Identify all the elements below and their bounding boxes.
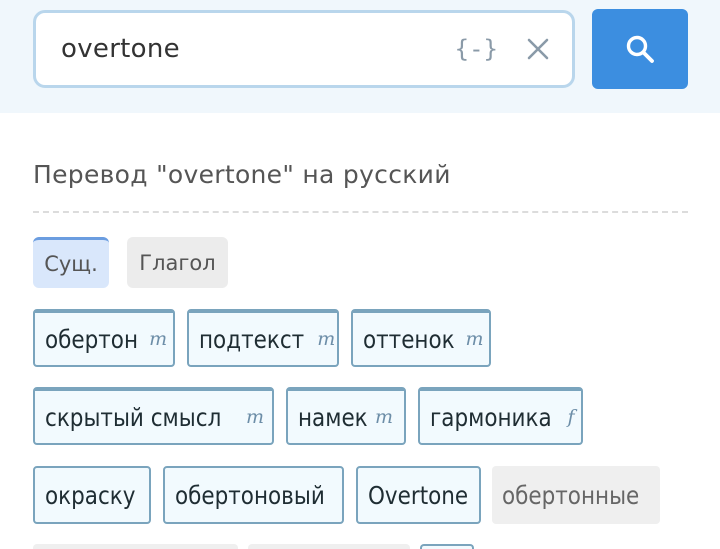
translation-chip[interactable]: обертоновый: [163, 466, 344, 524]
translation-chip[interactable]: окраску: [33, 466, 151, 524]
divider: [33, 211, 688, 213]
gender-label: f: [567, 406, 575, 428]
translation-chip[interactable]: обертон m: [33, 309, 175, 367]
gender-label: m: [465, 328, 484, 350]
translation-word: окраску: [45, 480, 136, 510]
search-input[interactable]: overtone {-}: [33, 10, 575, 88]
close-icon[interactable]: [526, 37, 550, 61]
translation-word: подтекст: [199, 324, 305, 354]
gender-label: m: [317, 328, 336, 350]
translation-word: намек: [298, 402, 368, 432]
gender-label: m: [246, 406, 265, 428]
translation-chip[interactable]: Overtone: [356, 466, 481, 524]
translation-chip[interactable]: подтекст m: [187, 309, 339, 367]
translation-chip-partial[interactable]: [33, 544, 238, 549]
translation-word: обертоновый: [175, 480, 325, 510]
translation-word: скрытый смысл: [45, 402, 222, 432]
search-icon: [626, 35, 654, 63]
translation-word: оттенок: [363, 324, 455, 354]
translation-chip[interactable]: намек m: [286, 387, 406, 445]
gender-label: m: [149, 328, 168, 350]
search-bar-area: overtone {-}: [0, 0, 720, 113]
tab-noun[interactable]: Сущ.: [33, 237, 109, 288]
translation-word: обертон: [45, 324, 139, 354]
search-query[interactable]: overtone: [61, 34, 455, 64]
translation-chip[interactable]: скрытый смысл m: [33, 387, 274, 445]
translation-chip[interactable]: оттенок m: [351, 309, 491, 367]
translation-word: обертонные: [502, 480, 640, 510]
regex-toggle-icon[interactable]: {-}: [455, 35, 498, 63]
translation-word: гармоника: [430, 402, 552, 432]
translation-word: Overtone: [368, 480, 469, 510]
page-title: Перевод "overtone" на русский: [33, 160, 451, 189]
translation-chip[interactable]: гармоника f: [418, 387, 583, 445]
gender-label: m: [375, 406, 394, 428]
tab-verb[interactable]: Глагол: [127, 237, 228, 288]
translation-chip-rare[interactable]: обертонные: [492, 466, 660, 524]
search-button[interactable]: [592, 9, 688, 89]
translation-chip-partial[interactable]: [248, 544, 410, 549]
translation-chip-partial[interactable]: [420, 544, 474, 549]
